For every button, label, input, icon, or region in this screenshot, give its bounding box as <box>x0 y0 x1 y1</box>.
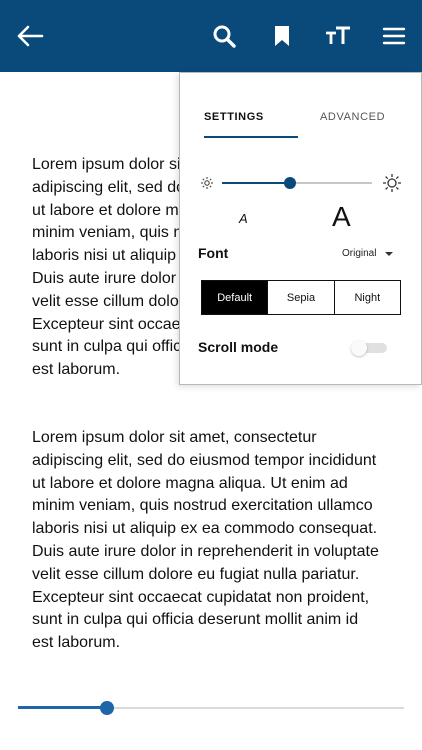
brightness-row <box>200 173 402 193</box>
brightness-slider[interactable] <box>222 177 372 189</box>
toggle-knob <box>351 340 367 356</box>
top-app-bar <box>0 0 422 72</box>
search-icon <box>213 25 236 48</box>
menu-icon <box>382 27 406 45</box>
font-dropdown[interactable]: Original <box>342 248 394 259</box>
search-button[interactable] <box>208 20 240 52</box>
chevron-down-icon <box>385 251 394 256</box>
bookmark-button[interactable] <box>266 20 298 52</box>
scroll-mode-label: Scroll mode <box>198 339 279 355</box>
reading-progress-slider[interactable] <box>18 701 404 715</box>
scroll-mode-toggle[interactable] <box>351 340 389 356</box>
font-label: Font <box>198 245 229 261</box>
font-dropdown-value: Original <box>342 248 377 259</box>
brightness-high-icon <box>383 174 401 192</box>
theme-selector: Default Sepia Night <box>201 280 401 315</box>
tab-advanced[interactable]: ADVANCED <box>320 111 385 123</box>
bookmark-icon <box>275 26 289 46</box>
increase-font-size-button[interactable]: A <box>332 201 351 233</box>
progress-fill <box>18 706 107 709</box>
theme-night-button[interactable]: Night <box>333 281 400 314</box>
text-size-icon <box>326 26 350 44</box>
arrow-left-icon <box>17 25 44 47</box>
paragraph: Lorem ipsum dolor sit amet, consectetur … <box>32 429 379 652</box>
text-size-button[interactable] <box>322 20 354 52</box>
brightness-fill <box>222 182 290 184</box>
display-settings-panel: SETTINGS ADVANCED A A Font Original Defa… <box>179 72 422 385</box>
progress-thumb[interactable] <box>99 701 114 715</box>
back-button[interactable] <box>14 20 46 52</box>
theme-sepia-button[interactable]: Sepia <box>267 281 333 314</box>
active-tab-indicator <box>204 136 298 138</box>
theme-default-button[interactable]: Default <box>202 281 268 314</box>
decrease-font-size-button[interactable]: A <box>239 211 248 226</box>
tab-settings[interactable]: SETTINGS <box>204 111 264 123</box>
brightness-thumb[interactable] <box>283 177 296 189</box>
brightness-low-icon <box>201 177 213 189</box>
menu-button[interactable] <box>378 20 410 52</box>
